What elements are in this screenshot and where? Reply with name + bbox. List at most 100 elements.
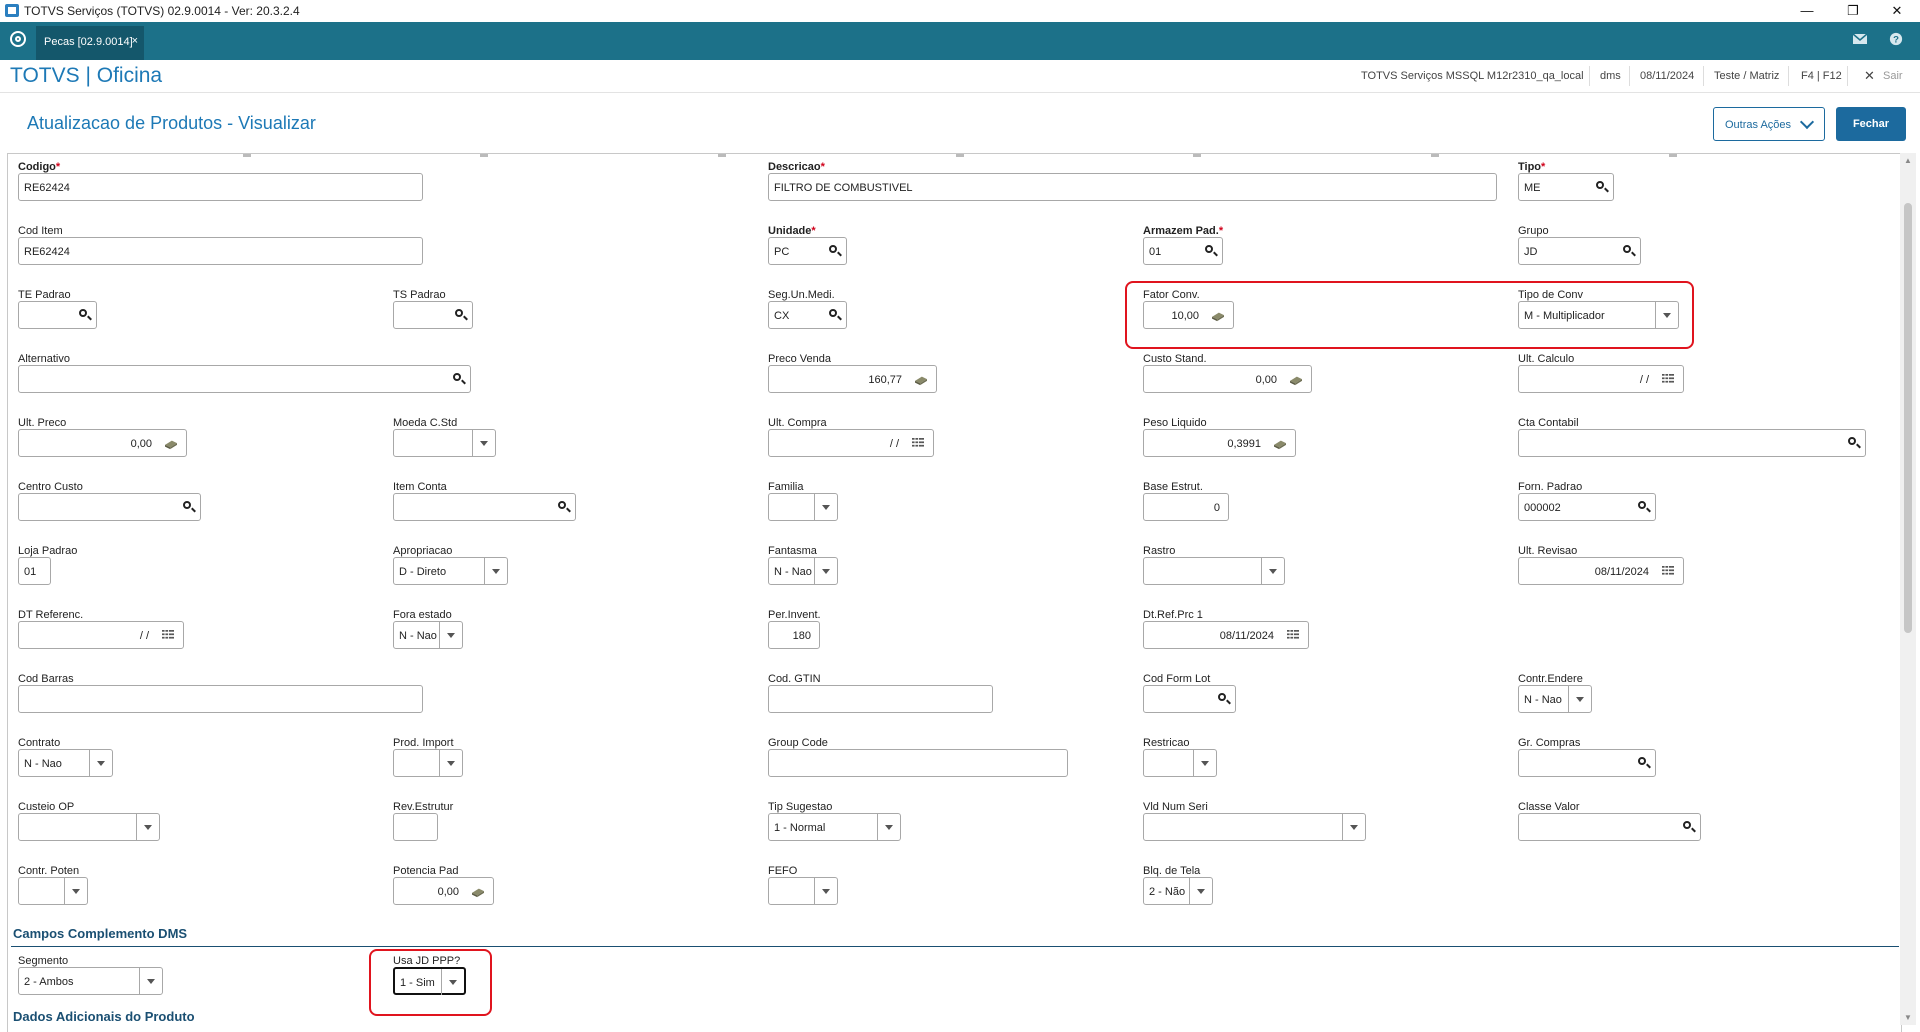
select-familia[interactable]: [768, 493, 838, 521]
input-cod-item[interactable]: RE62424: [18, 237, 423, 265]
input-ult-revisao[interactable]: 08/11/2024: [1518, 557, 1684, 585]
scrollbar-thumb[interactable]: [1904, 203, 1912, 633]
chevron-down-icon[interactable]: [139, 968, 162, 994]
input-seg-un-medi[interactable]: CX: [768, 301, 847, 329]
search-icon[interactable]: [1205, 245, 1213, 253]
search-icon[interactable]: [1848, 437, 1856, 445]
select-contrato[interactable]: N - Nao: [18, 749, 113, 777]
input-potencia-pad[interactable]: 0,00: [393, 877, 494, 905]
input-cod-form-lot[interactable]: [1143, 685, 1236, 713]
input-gr-compras[interactable]: [1518, 749, 1656, 777]
input-custo-stand[interactable]: 0,00: [1143, 365, 1312, 393]
input-forn-padrao[interactable]: 000002: [1518, 493, 1656, 521]
select-moeda-cstd[interactable]: [393, 429, 496, 457]
search-icon[interactable]: [829, 245, 837, 253]
select-fora-estado[interactable]: N - Nao: [393, 621, 463, 649]
select-custeio-op[interactable]: [18, 813, 160, 841]
select-blq-de-tela[interactable]: 2 - Não: [1143, 877, 1213, 905]
input-alternativo[interactable]: [18, 365, 471, 393]
chevron-down-icon[interactable]: [1189, 878, 1212, 904]
chevron-down-icon[interactable]: [1342, 814, 1365, 840]
chevron-down-icon[interactable]: [136, 814, 159, 840]
search-icon[interactable]: [1683, 821, 1691, 829]
search-icon[interactable]: [183, 501, 191, 509]
chevron-down-icon[interactable]: [89, 750, 112, 776]
calendar-icon[interactable]: [911, 438, 925, 450]
input-rev-estrutur[interactable]: [393, 813, 438, 841]
input-codigo[interactable]: RE62424: [18, 173, 423, 201]
scroll-down-icon[interactable]: ▼: [1904, 1013, 1912, 1022]
input-armazem-pad[interactable]: 01: [1143, 237, 1223, 265]
chevron-down-icon[interactable]: [439, 622, 462, 648]
chevron-down-icon[interactable]: [814, 558, 837, 584]
input-unidade[interactable]: PC: [768, 237, 847, 265]
input-ult-compra[interactable]: / /: [768, 429, 934, 457]
search-icon[interactable]: [1638, 757, 1646, 765]
search-icon[interactable]: [453, 373, 461, 381]
input-preco-venda[interactable]: 160,77: [768, 365, 937, 393]
help-icon[interactable]: ?: [1888, 32, 1904, 46]
search-icon[interactable]: [455, 309, 463, 317]
scroll-up-icon[interactable]: ▲: [1904, 156, 1912, 165]
maximize-button[interactable]: ❐: [1830, 0, 1876, 22]
tab-pecas[interactable]: Pecas [02.9.0014] ×: [36, 26, 144, 60]
calculator-icon[interactable]: [1271, 438, 1289, 450]
input-loja-padrao[interactable]: 01: [18, 557, 51, 585]
input-ts-padrao[interactable]: [393, 301, 473, 329]
input-centro-custo[interactable]: [18, 493, 201, 521]
input-descricao[interactable]: FILTRO DE COMBUSTIVEL: [768, 173, 1497, 201]
other-actions-button[interactable]: Outras Ações: [1713, 107, 1825, 141]
input-base-estrut[interactable]: 0: [1143, 493, 1229, 521]
calculator-icon[interactable]: [912, 374, 930, 386]
home-icon[interactable]: [10, 31, 26, 47]
select-contr-poten[interactable]: [18, 877, 88, 905]
select-fefo[interactable]: [768, 877, 838, 905]
chevron-down-icon[interactable]: [472, 430, 495, 456]
search-icon[interactable]: [1623, 245, 1631, 253]
input-dt-referenc[interactable]: / /: [18, 621, 184, 649]
close-window-button[interactable]: ✕: [1874, 0, 1920, 22]
close-button[interactable]: Fechar: [1836, 107, 1906, 141]
select-rastro[interactable]: [1143, 557, 1285, 585]
input-grupo[interactable]: JD: [1518, 237, 1641, 265]
chevron-down-icon[interactable]: [439, 750, 462, 776]
calendar-icon[interactable]: [1661, 566, 1675, 578]
select-fantasma[interactable]: N - Nao: [768, 557, 838, 585]
exit-icon[interactable]: ✕: [1864, 68, 1875, 84]
exit-link[interactable]: Sair: [1883, 70, 1903, 82]
select-prod-import[interactable]: [393, 749, 463, 777]
branch-info[interactable]: Teste / Matriz: [1714, 70, 1779, 82]
search-icon[interactable]: [79, 309, 87, 317]
input-group-code[interactable]: [768, 749, 1068, 777]
chevron-down-icon[interactable]: [814, 878, 837, 904]
input-cta-contabil[interactable]: [1518, 429, 1866, 457]
calculator-icon[interactable]: [162, 438, 180, 450]
search-icon[interactable]: [558, 501, 566, 509]
calculator-icon[interactable]: [1287, 374, 1305, 386]
search-icon[interactable]: [829, 309, 837, 317]
mail-icon[interactable]: [1852, 32, 1868, 46]
input-cod-gtin[interactable]: [768, 685, 993, 713]
select-apropriacao[interactable]: D - Direto: [393, 557, 508, 585]
chevron-down-icon[interactable]: [1261, 558, 1284, 584]
chevron-down-icon[interactable]: [877, 814, 900, 840]
input-ult-preco[interactable]: 0,00: [18, 429, 187, 457]
input-dt-ref-prc1[interactable]: 08/11/2024: [1143, 621, 1309, 649]
select-restricao[interactable]: [1143, 749, 1217, 777]
shortcuts-info[interactable]: F4 | F12: [1801, 70, 1842, 82]
select-tip-sugestao[interactable]: 1 - Normal: [768, 813, 901, 841]
select-contr-endere[interactable]: N - Nao: [1518, 685, 1592, 713]
form-scrollbar[interactable]: ▲ ▼: [1900, 153, 1916, 1025]
input-te-padrao[interactable]: [18, 301, 97, 329]
input-peso-liquido[interactable]: 0,3991: [1143, 429, 1296, 457]
calculator-icon[interactable]: [469, 886, 487, 898]
input-classe-valor[interactable]: [1518, 813, 1701, 841]
chevron-down-icon[interactable]: [484, 558, 507, 584]
input-cod-barras[interactable]: [18, 685, 423, 713]
chevron-down-icon[interactable]: [64, 878, 87, 904]
search-icon[interactable]: [1218, 693, 1226, 701]
calendar-icon[interactable]: [161, 630, 175, 642]
chevron-down-icon[interactable]: [1568, 686, 1591, 712]
select-vld-num-seri[interactable]: [1143, 813, 1366, 841]
input-tipo[interactable]: ME: [1518, 173, 1614, 201]
